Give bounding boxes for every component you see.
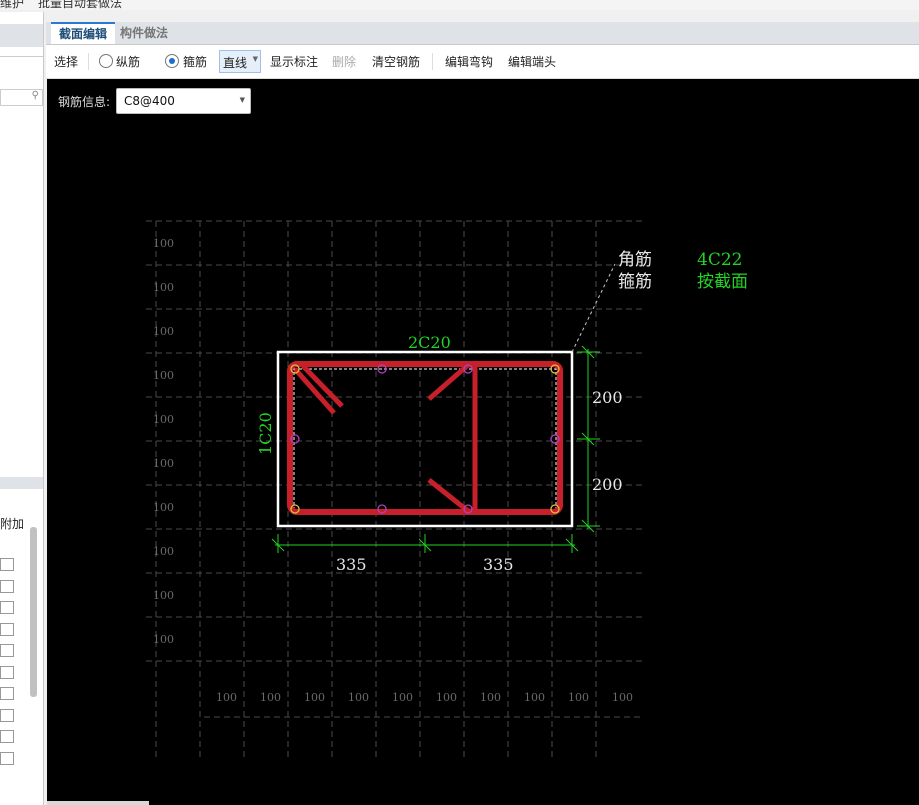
left-search-input[interactable]: ⚲: [0, 89, 43, 106]
drawing-canvas[interactable]: 钢筋信息: C8@400 ▼ 100 100 100 100 100 100 100 100 1…: [47, 79, 919, 805]
rebar-points[interactable]: [290, 364, 560, 514]
grid-col-label: 100: [348, 691, 369, 704]
bottom-tab-strip: [47, 801, 149, 805]
line-mode-dropdown[interactable]: 直线 ▼: [219, 50, 261, 73]
grid-row-label: 100: [153, 545, 174, 558]
dimension-lines: [271, 345, 600, 553]
chevron-down-icon: ▼: [252, 55, 258, 63]
grid-row-label: 100: [153, 369, 174, 382]
left-panel-header: [0, 24, 43, 47]
grid-row-label: 100: [153, 413, 174, 426]
show-annotation-button[interactable]: 显示标注: [270, 53, 318, 70]
attach-checkbox[interactable]: [0, 730, 14, 743]
grid-row-label: 100: [153, 457, 174, 470]
line-mode-value: 直线: [223, 56, 248, 70]
grid-row-label: 100: [153, 501, 174, 514]
title-bar: 维护 批量自动套做法: [0, 0, 919, 10]
grid-row-label: 100: [153, 589, 174, 602]
grid-col-label: 100: [304, 691, 325, 704]
attach-checkbox[interactable]: [0, 579, 14, 593]
stirrup-outer[interactable]: [287, 361, 563, 515]
edit-hook-button[interactable]: 编辑弯钩: [445, 53, 493, 70]
grid-col-label: 100: [480, 691, 501, 704]
attach-checkbox[interactable]: [0, 622, 14, 636]
column-header-attach: 附加: [0, 517, 25, 531]
select-button[interactable]: 选择: [54, 53, 78, 70]
clear-rebar-button[interactable]: 清空钢筋: [372, 53, 420, 70]
top-rebar-annotation[interactable]: 2C20: [408, 333, 451, 352]
grid-row-label: 100: [153, 281, 174, 294]
radio-longitudinal-label[interactable]: 纵筋: [116, 53, 140, 70]
left-panel: ⚲ 附加: [0, 12, 44, 805]
delete-button[interactable]: 删除: [332, 53, 356, 70]
title-right-text: 批量自动套做法: [38, 0, 123, 10]
grid-col-label: 100: [392, 691, 413, 704]
grid-row-label: 100: [153, 237, 174, 250]
edit-end-button[interactable]: 编辑端头: [508, 53, 556, 70]
attach-checkbox[interactable]: [0, 687, 14, 700]
left-panel-divider: [0, 56, 43, 57]
legend-corner-value[interactable]: 4C22: [697, 250, 742, 270]
grid-col-label: 100: [260, 691, 281, 704]
toolbar-divider: [432, 53, 433, 70]
left-scrollbar[interactable]: [30, 527, 37, 697]
attach-checkbox[interactable]: [0, 665, 14, 679]
grid-col-label: 100: [612, 691, 633, 704]
bottom-dimension-right: 335: [483, 555, 514, 574]
tab-section-edit[interactable]: 截面编辑: [51, 22, 116, 44]
grid-col-label: 100: [568, 691, 589, 704]
attach-checkbox[interactable]: [0, 601, 14, 614]
toolbar-divider: [88, 53, 89, 70]
legend-stirrup-label: 箍筋: [618, 272, 652, 292]
right-dimension-lower: 200: [592, 475, 623, 494]
search-icon[interactable]: ⚲: [32, 90, 39, 101]
grid-col-label: 100: [216, 691, 237, 704]
grid-row-label: 100: [153, 633, 174, 646]
radio-longitudinal[interactable]: [99, 54, 113, 68]
right-dimension-upper: 200: [592, 388, 623, 407]
side-rebar-annotation[interactable]: 1C20: [256, 412, 275, 455]
cover-line: [293, 368, 557, 511]
tab-bar: 截面编辑 构件做法: [46, 22, 919, 45]
section-outline[interactable]: [276, 350, 574, 528]
toolbar: 选择 纵筋 箍筋 直线 ▼ 显示标注 删除 清空钢筋 编辑弯钩 编辑端头: [46, 45, 919, 79]
attach-checkbox[interactable]: [0, 558, 14, 571]
attach-checkbox[interactable]: [0, 751, 14, 765]
radio-stirrup-label[interactable]: 箍筋: [183, 53, 207, 70]
legend-stirrup-value[interactable]: 按截面: [697, 272, 748, 292]
bottom-dimension-left: 335: [336, 555, 367, 574]
grid-row-label: 100: [153, 325, 174, 338]
stirrup-inner[interactable]: [427, 362, 478, 514]
tab-component-method[interactable]: 构件做法: [112, 22, 176, 44]
grid-col-label: 100: [436, 691, 457, 704]
grid-col-label: 100: [524, 691, 545, 704]
radio-stirrup[interactable]: [165, 54, 179, 68]
attach-checkbox[interactable]: [0, 708, 14, 722]
attach-checkbox[interactable]: [0, 644, 14, 657]
legend-leader-line: [571, 263, 616, 353]
grid: [146, 220, 644, 761]
section-drawing[interactable]: 100 100 100 100 100 100 100 100 100 100 100 100 100 1…: [47, 79, 919, 805]
left-panel-splitter[interactable]: [0, 477, 43, 489]
title-left-text: 维护: [0, 0, 25, 10]
legend-corner-label: 角筋: [618, 250, 652, 270]
